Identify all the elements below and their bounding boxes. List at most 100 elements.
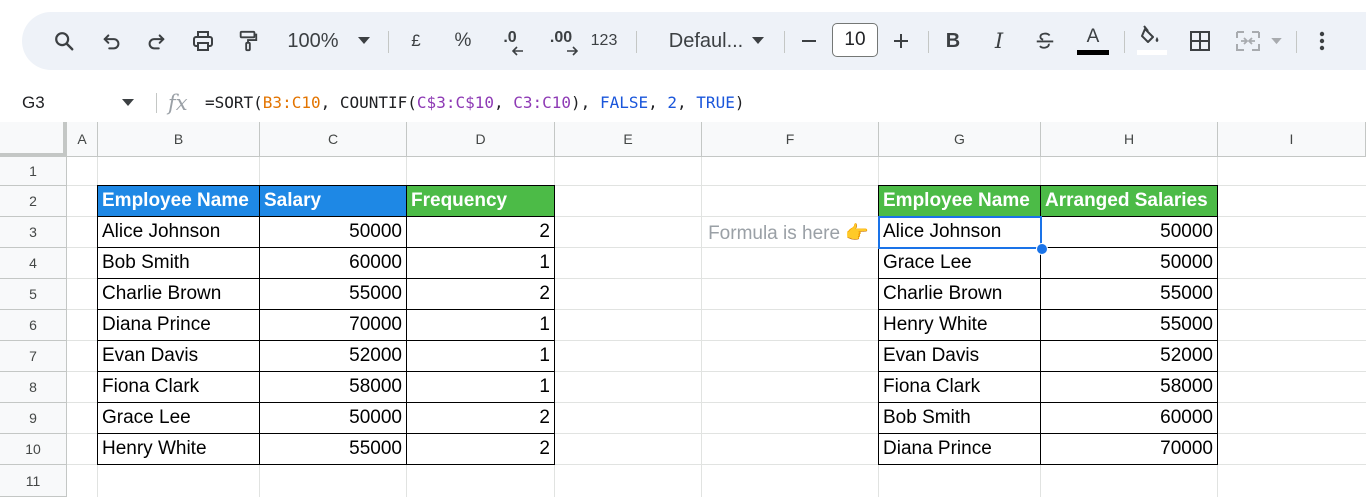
column-header-d[interactable]: D (407, 122, 555, 157)
source-table-cell[interactable]: 55000 (259, 433, 407, 465)
result-header-cell[interactable]: Arranged Salaries (1040, 185, 1218, 217)
row-header-4[interactable]: 4 (0, 248, 67, 279)
more-formats-button[interactable]: 123 (586, 12, 622, 70)
borders-button[interactable] (1186, 12, 1214, 70)
source-table-cell[interactable]: 60000 (259, 247, 407, 279)
column-header-b[interactable]: B (98, 122, 260, 157)
source-table-cell[interactable]: 52000 (259, 340, 407, 372)
result-table-cell[interactable]: 52000 (1040, 340, 1218, 372)
more-options-button[interactable] (1312, 12, 1332, 70)
result-table-cell[interactable]: Evan Davis (878, 340, 1041, 372)
column-header-i[interactable]: I (1218, 122, 1366, 157)
source-table-cell[interactable]: Grace Lee (97, 402, 260, 434)
merge-cells-button[interactable] (1232, 12, 1264, 70)
source-header-cell[interactable]: Frequency (406, 185, 555, 217)
italic-button[interactable]: I (986, 12, 1012, 70)
print-button[interactable] (188, 12, 218, 70)
result-table-cell[interactable]: Charlie Brown (878, 278, 1041, 310)
source-table-cell[interactable]: Diana Prince (97, 309, 260, 341)
formula-token: ) (734, 93, 745, 112)
source-table-cell[interactable]: Henry White (97, 433, 260, 465)
source-table-cell[interactable]: Evan Davis (97, 340, 260, 372)
percent-format-button[interactable]: % (450, 12, 476, 70)
row-header-3[interactable]: 3 (0, 217, 67, 248)
result-table-cell[interactable]: 55000 (1040, 278, 1218, 310)
zoom-dropdown[interactable] (354, 12, 374, 70)
result-table-cell[interactable]: 50000 (1040, 247, 1218, 279)
text-color-button[interactable]: A (1076, 12, 1110, 70)
row-header-1[interactable]: 1 (0, 157, 67, 186)
source-table-cell[interactable]: 1 (406, 340, 555, 372)
result-table-cell[interactable]: Alice Johnson (878, 216, 1041, 248)
font-family-dropdown[interactable] (748, 12, 768, 70)
undo-button[interactable] (98, 12, 126, 70)
row-header-2[interactable]: 2 (0, 186, 67, 217)
bold-button[interactable]: B (940, 12, 966, 70)
row-header-6[interactable]: 6 (0, 310, 67, 341)
caret-down-icon[interactable] (122, 99, 134, 107)
source-table-cell[interactable]: 2 (406, 402, 555, 434)
source-table-cell[interactable]: 2 (406, 433, 555, 465)
result-table-cell[interactable]: 50000 (1040, 216, 1218, 248)
column-header-e[interactable]: E (555, 122, 702, 157)
source-table-cell[interactable]: Fiona Clark (97, 371, 260, 403)
fill-color-button[interactable] (1136, 12, 1168, 70)
formula-input[interactable]: =SORT(B3:C10, COUNTIF(C$3:C$10, C3:C10),… (205, 84, 744, 122)
row-header-10[interactable]: 10 (0, 434, 67, 465)
result-table-cell[interactable]: Grace Lee (878, 247, 1041, 279)
fill-handle[interactable] (1036, 243, 1048, 255)
source-table-cell[interactable]: 1 (406, 371, 555, 403)
result-table-cell[interactable]: Henry White (878, 309, 1041, 341)
column-header-h[interactable]: H (1041, 122, 1218, 157)
source-table-cell[interactable]: 70000 (259, 309, 407, 341)
formula-location-note: Formula is here 👉 (708, 222, 869, 244)
result-header-cell[interactable]: Employee Name (878, 185, 1041, 217)
merge-type-dropdown[interactable] (1268, 12, 1284, 70)
redo-button[interactable] (142, 12, 170, 70)
paint-format-button[interactable] (234, 12, 262, 70)
source-table-cell[interactable]: 2 (406, 216, 555, 248)
source-table-cell[interactable]: 1 (406, 247, 555, 279)
column-header-c[interactable]: C (260, 122, 407, 157)
source-table-cell[interactable]: 55000 (259, 278, 407, 310)
result-table-cell[interactable]: 58000 (1040, 371, 1218, 403)
result-table-cell[interactable]: Diana Prince (878, 433, 1041, 465)
currency-format-button[interactable]: £ (404, 12, 428, 70)
increase-decimal-button[interactable]: .00 (540, 12, 582, 70)
spreadsheet-grid[interactable]: A B C D E F G H I 1 2 3 4 5 6 7 8 9 10 11 Employee Name Salar… (0, 122, 1366, 497)
formula-token: ), (571, 93, 600, 112)
decrease-font-size-button[interactable] (796, 12, 822, 70)
result-table-cell[interactable]: 55000 (1040, 309, 1218, 341)
source-table-cell[interactable]: Alice Johnson (97, 216, 260, 248)
search-menus-button[interactable] (50, 12, 78, 70)
zoom-value[interactable]: 100% (280, 12, 346, 70)
result-table-cell[interactable]: Bob Smith (878, 402, 1041, 434)
result-table-cell[interactable]: Fiona Clark (878, 371, 1041, 403)
source-table-cell[interactable]: 2 (406, 278, 555, 310)
result-table-cell[interactable]: 60000 (1040, 402, 1218, 434)
decrease-decimal-button[interactable]: .0 (492, 12, 528, 70)
column-header-a[interactable]: A (67, 122, 98, 157)
increase-font-size-button[interactable] (888, 12, 914, 70)
result-table-cell[interactable]: 70000 (1040, 433, 1218, 465)
source-table-cell[interactable]: 58000 (259, 371, 407, 403)
row-header-11[interactable]: 11 (0, 465, 67, 497)
name-box[interactable]: G3 (22, 84, 45, 122)
source-header-cell[interactable]: Salary (259, 185, 407, 217)
font-size-input[interactable]: 10 (832, 23, 878, 57)
row-header-7[interactable]: 7 (0, 341, 67, 372)
source-header-cell[interactable]: Employee Name (97, 185, 260, 217)
row-header-9[interactable]: 9 (0, 403, 67, 434)
source-table-cell[interactable]: 50000 (259, 216, 407, 248)
row-header-5[interactable]: 5 (0, 279, 67, 310)
font-family-select[interactable]: Defaul... (650, 12, 762, 70)
source-table-cell[interactable]: Bob Smith (97, 247, 260, 279)
column-header-f[interactable]: F (702, 122, 879, 157)
row-header-8[interactable]: 8 (0, 372, 67, 403)
source-table-cell[interactable]: 1 (406, 309, 555, 341)
column-header-g[interactable]: G (879, 122, 1041, 157)
strikethrough-button[interactable] (1032, 12, 1058, 70)
source-table-cell[interactable]: 50000 (259, 402, 407, 434)
source-table-cell[interactable]: Charlie Brown (97, 278, 260, 310)
select-all-corner[interactable] (0, 122, 67, 157)
